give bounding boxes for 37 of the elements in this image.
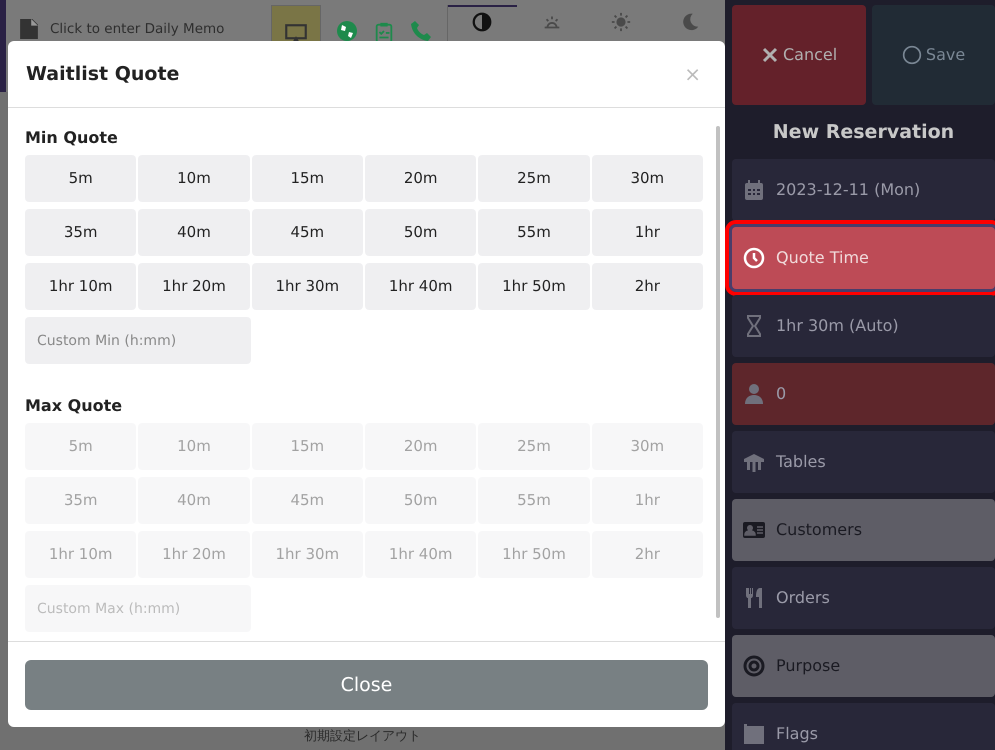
sidebar-item[interactable]: Tables	[732, 430, 995, 492]
quote-option-button[interactable]: 1hr 20m	[138, 263, 250, 310]
sidebar-item[interactable]: 0	[732, 362, 995, 424]
quote-option-button[interactable]: 10m	[138, 155, 250, 202]
quote-option-button[interactable]: 15m	[252, 155, 363, 202]
quote-option-button[interactable]: 35m	[25, 209, 136, 256]
quote-option-button[interactable]: 55m	[478, 209, 590, 256]
section-heading: Min Quote	[25, 127, 119, 149]
sidebar-item[interactable]: Purpose	[732, 634, 995, 696]
quote-option-button[interactable]: 25m	[478, 155, 590, 202]
quote-option-button[interactable]: 2hr	[592, 263, 703, 310]
sidebar-item[interactable]: Customers	[732, 498, 995, 560]
quote-option-button[interactable]: 30m	[592, 155, 703, 202]
quote-option-button[interactable]: 1hr 30m	[252, 263, 363, 310]
save-button[interactable]: Save	[872, 5, 995, 105]
sidebar-item[interactable]: Quote Time	[732, 226, 995, 288]
sidebar-item[interactable]: 2023-12-11 (Mon)	[732, 158, 995, 220]
cancel-button[interactable]: Cancel	[732, 5, 866, 105]
quote-option-button[interactable]: 20m	[365, 155, 476, 202]
section-title: New Reservation	[772, 120, 956, 145]
quote-option-button[interactable]: 1hr 50m	[478, 263, 590, 310]
sidebar-item[interactable]: Flags	[732, 702, 995, 750]
quote-option-button[interactable]: 1hr 10m	[25, 263, 136, 310]
quote-option-button[interactable]: 45m	[252, 209, 363, 256]
quote-option-button[interactable]: 1hr	[592, 209, 703, 256]
close-dialog-button[interactable]: Close	[25, 660, 708, 710]
layout-label: 初期設定レイアウト	[303, 728, 422, 746]
quote-option-button[interactable]: 5m	[25, 155, 136, 202]
quote-option-button[interactable]: 50m	[365, 209, 476, 256]
custom-time-field[interactable]: Custom Min (h:mm)	[25, 317, 251, 364]
sidebar-item[interactable]: Orders	[732, 566, 995, 628]
quote-option-button[interactable]: 1hr 40m	[365, 263, 476, 310]
sidebar-item[interactable]: 1hr 30m (Auto)	[732, 294, 995, 356]
section-heading: Max Quote	[25, 395, 124, 417]
quote-option-button[interactable]: 40m	[138, 209, 250, 256]
memo-text[interactable]: Click to enter Daily Memo	[50, 19, 224, 40]
dialog-title: Waitlist Quote	[26, 62, 180, 86]
